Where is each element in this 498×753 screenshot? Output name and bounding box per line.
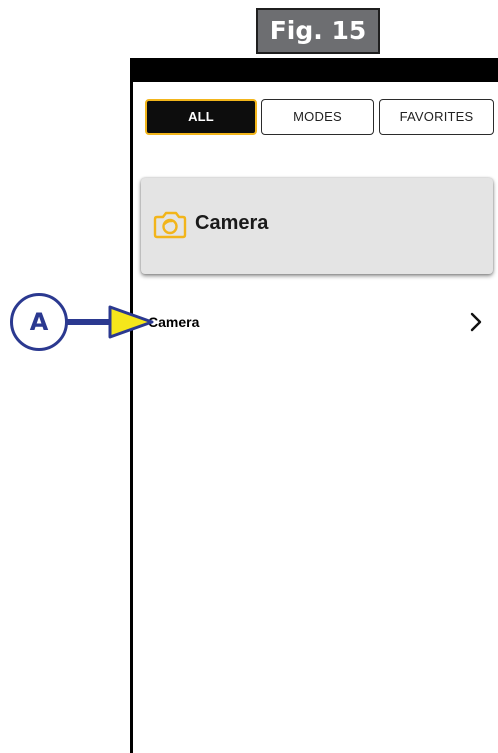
- app-screen: ALL MODES FAVORITES Camera Camera: [133, 82, 498, 753]
- figure-canvas: Fig. 15 ALL MODES FAVORITES Camera Camer…: [0, 0, 498, 753]
- callout-arrow-icon: [66, 305, 154, 339]
- camera-card[interactable]: Camera: [141, 178, 493, 274]
- camera-icon: [153, 211, 187, 239]
- tab-modes[interactable]: MODES: [261, 99, 374, 135]
- callout-a-circle: A: [10, 293, 68, 351]
- tab-favorites[interactable]: FAVORITES: [379, 99, 494, 135]
- tab-all[interactable]: ALL: [145, 99, 257, 135]
- phone-status-bar: [130, 58, 498, 82]
- list-item[interactable]: Camera: [133, 302, 498, 342]
- figure-label: Fig. 15: [256, 8, 380, 54]
- camera-card-title: Camera: [195, 212, 269, 234]
- chevron-right-icon[interactable]: [468, 311, 484, 333]
